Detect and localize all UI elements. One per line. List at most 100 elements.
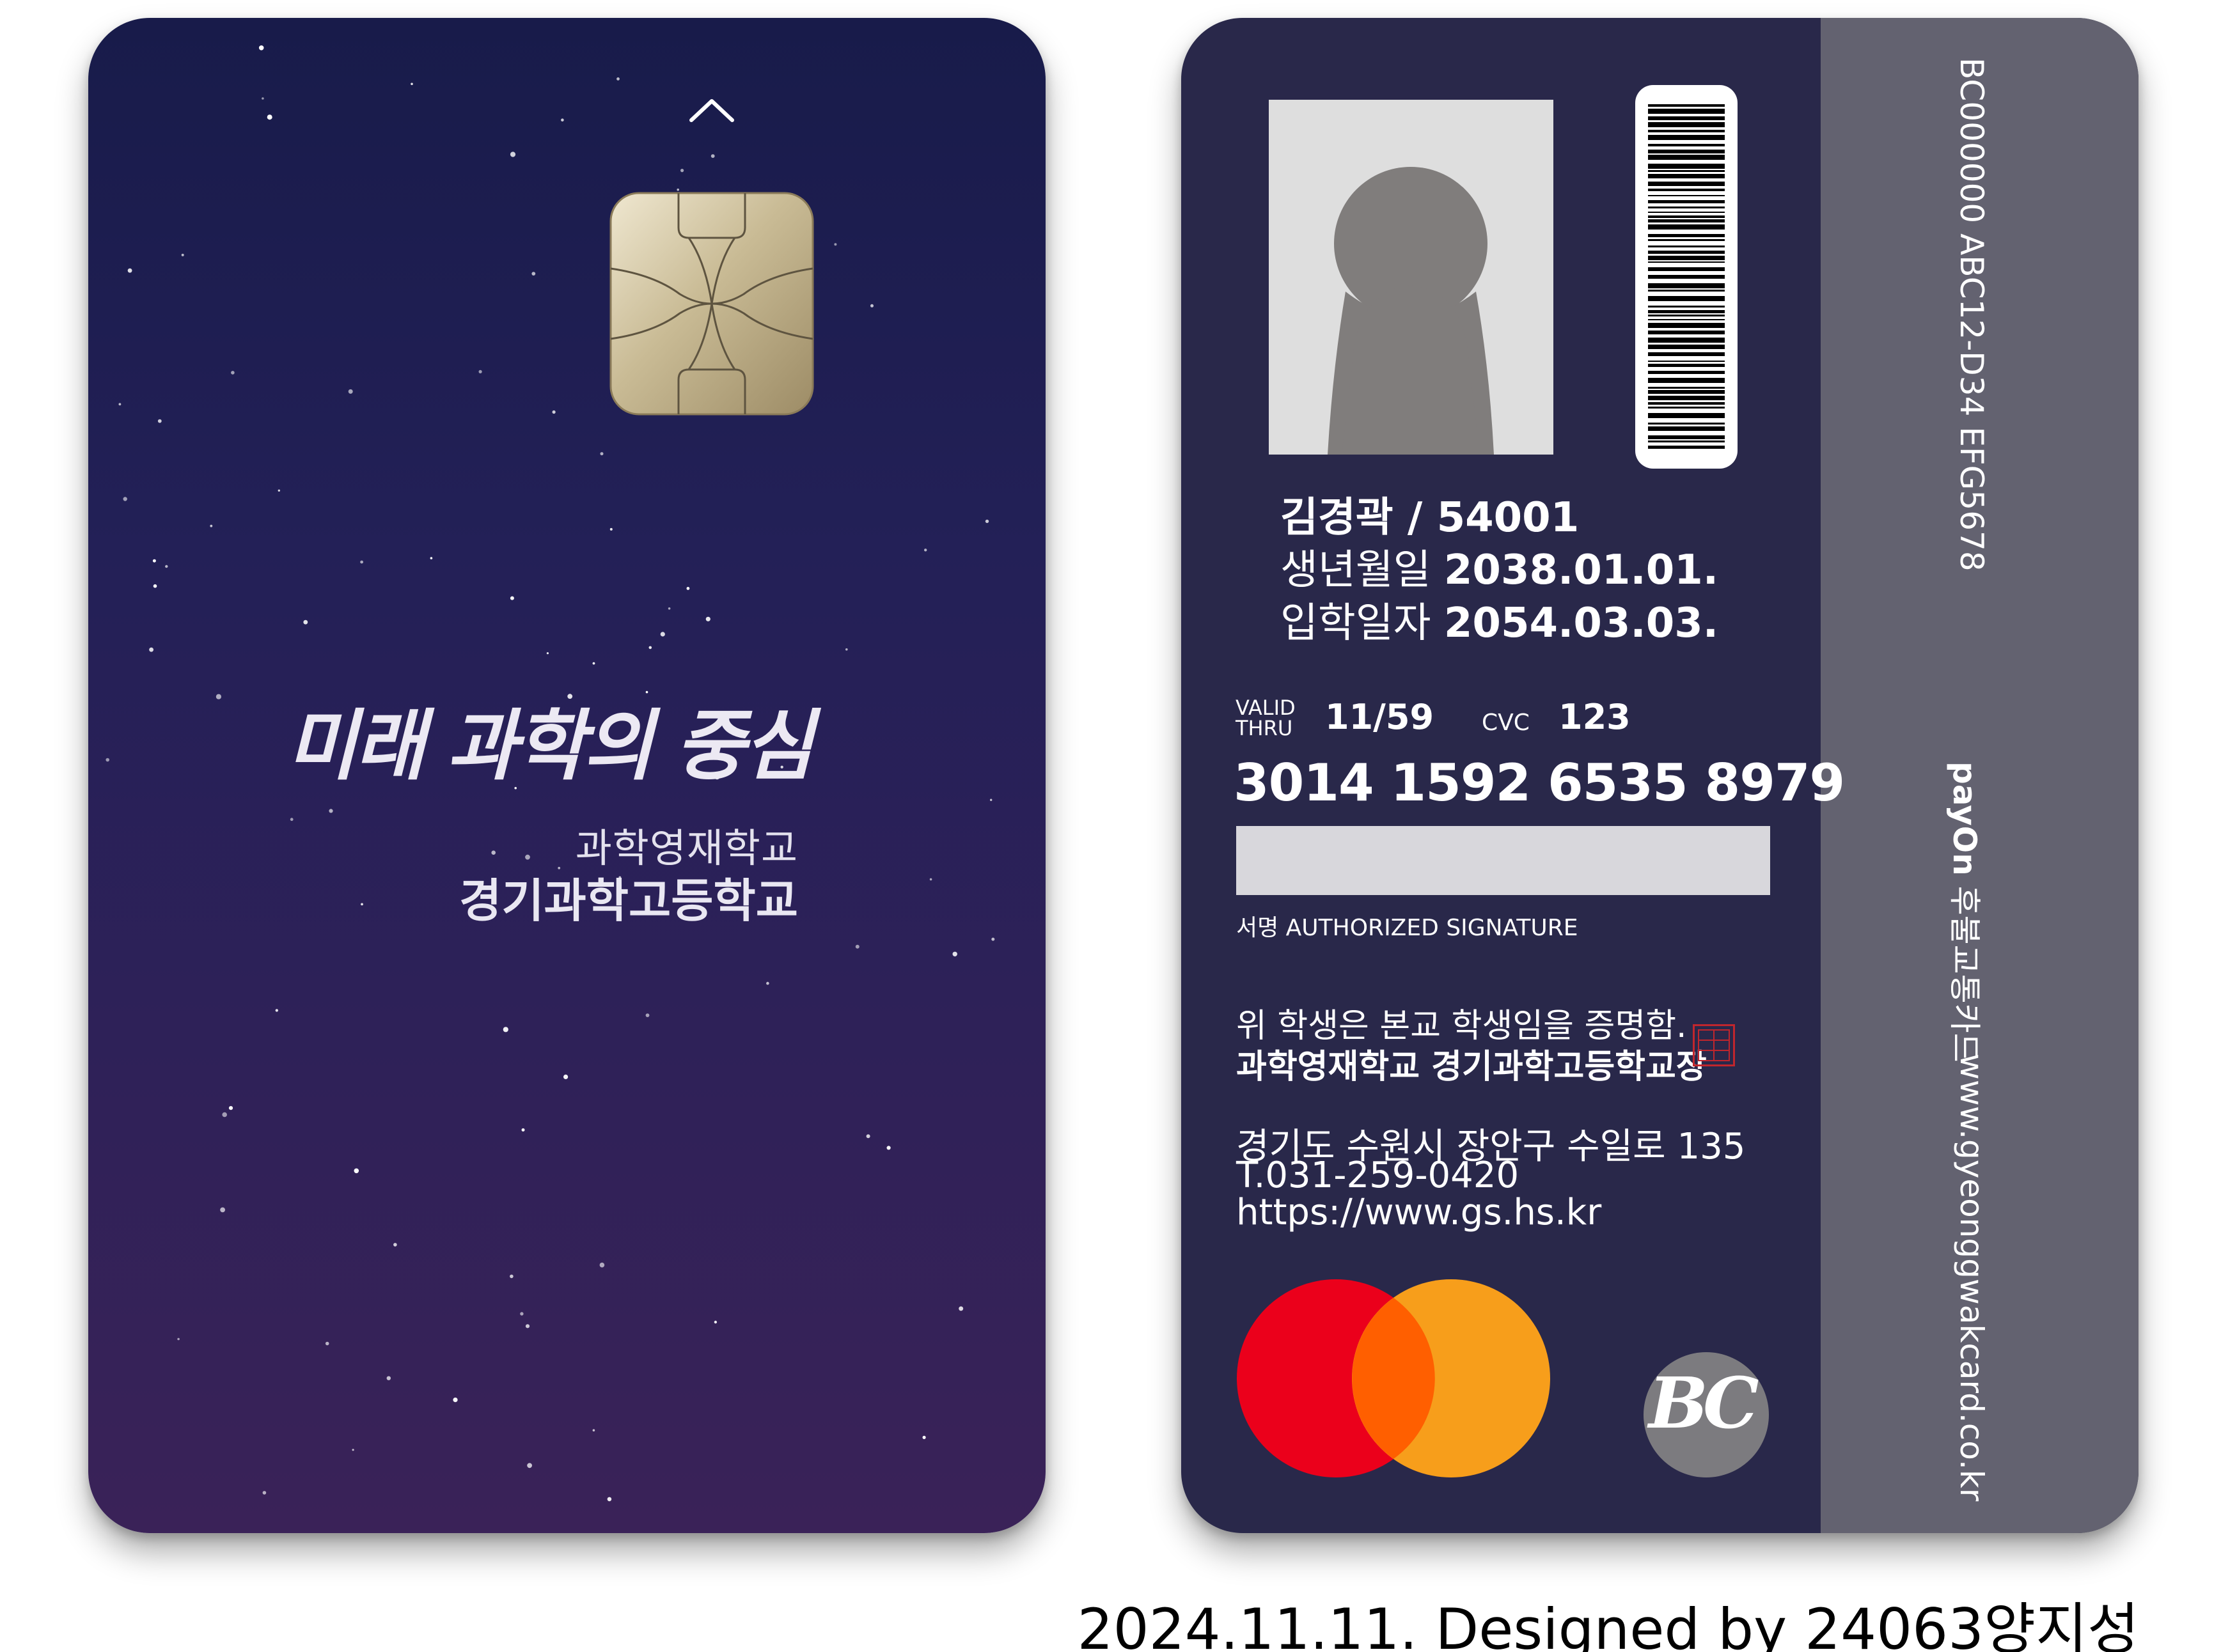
star [616,77,620,81]
star [834,243,837,246]
star [153,584,157,588]
school-website-link[interactable]: https://www.gs.hs.kr [1236,1192,1601,1233]
star [228,1106,233,1110]
admission-date-label: 입학일자 [1280,600,1431,647]
star [258,45,264,51]
star [645,1013,650,1017]
star [453,1398,458,1403]
barcode-bar [1648,440,1725,442]
barcode-bar [1648,426,1725,431]
barcode-bar [1648,407,1725,409]
star [592,1429,595,1431]
star [599,1262,605,1268]
star [607,1497,612,1502]
barcode-bar [1648,435,1725,439]
barcode-bar [1648,155,1725,160]
star [118,403,122,406]
star [660,632,665,637]
school-phone: T.031-259-0420 [1236,1155,1519,1196]
chevron-up-icon[interactable] [686,93,737,125]
star [521,1128,525,1132]
barcode-bar [1648,402,1725,405]
star [127,268,132,273]
star [510,152,516,157]
barcode-bar [1648,256,1725,260]
serial-number-vertical: BC000000 ABC12-D34 EFG5678 [1953,58,1990,572]
barcode-bar [1648,396,1725,400]
star [262,1491,267,1495]
admission-date-value: 2054.03.03. [1443,600,1719,647]
star [262,97,264,100]
star [985,519,989,524]
valid-label-line2: THRU [1236,716,1293,740]
star [959,1306,964,1311]
star [520,1312,524,1316]
star [525,1324,530,1329]
brand-bold: payOn [1946,761,1983,876]
barcode-bar [1648,104,1725,107]
star [527,1463,532,1469]
star [181,253,184,256]
star [552,410,556,414]
valid-thru-label: VALID THRU [1236,697,1296,738]
barcode-bar [1648,331,1725,334]
barcode-bar [1648,296,1725,301]
star [393,1243,397,1247]
barcode-bar [1648,413,1725,418]
star [503,1027,508,1032]
barcode-bar [1648,245,1725,247]
star [600,452,604,456]
birth-date-label: 생년월일 [1280,547,1431,594]
barcode-bar [1648,290,1725,292]
barcode-bar [1648,378,1725,383]
star [714,1320,718,1324]
barcode-bar [1648,390,1725,394]
barcode-bar [1648,215,1725,218]
card-website-vertical: www.gyeonggwakcard.co.kr [1953,1054,1990,1502]
signature-panel[interactable] [1236,826,1770,895]
star [705,616,710,621]
star [563,1074,569,1079]
star [686,587,690,590]
slogan-text: 미래 과학의 중심 [286,701,822,791]
signature-label: 서명 AUTHORIZED SIGNATURE [1236,915,1578,941]
star [430,557,433,559]
star [411,82,413,86]
star [275,1009,278,1012]
card-back: BC000000 ABC12-D34 EFG5678 payOn 후불교통카드 … [1181,18,2139,1533]
star [766,981,769,985]
barcode-bar [1648,251,1725,254]
brand-rest: 후불교통카드 [1946,875,1983,1063]
barcode-bar [1648,319,1725,320]
star [677,188,679,191]
barcode-bar [1648,234,1725,237]
barcode-bar [1648,283,1725,288]
star [922,1435,926,1439]
barcode-bar [1648,338,1725,343]
certificate-issuer: 과학영재학교 경기과학고등학교장 [1236,1048,1707,1086]
star [648,646,652,650]
barcode-bar [1648,275,1725,279]
star [325,1341,329,1346]
barcode-bar [1648,164,1725,169]
bc-logo-text: BC [1647,1362,1759,1444]
star [278,489,280,492]
barcode-bar [1648,224,1725,230]
star [106,758,109,762]
brand-vertical: payOn 후불교통카드 [1944,761,1990,1063]
barcode-bar [1648,182,1725,186]
bc-card-logo: BC [1644,1352,1769,1477]
barcode-bar [1648,423,1725,425]
seal-stamp [1693,1024,1735,1066]
star [510,1274,514,1279]
star [924,549,927,552]
admission-date-row: 입학일자 2054.03.03. [1280,590,1718,649]
card-front: 미래 과학의 중심 과학영재학교 경기과학고등학교 [88,18,1046,1533]
barcode-bar [1648,446,1725,449]
card-number: 3014 1592 6535 8979 [1234,753,1845,813]
barcode-bar [1648,219,1725,222]
valid-thru-value: 11/59 [1325,697,1434,737]
barcode-bar [1648,207,1725,208]
student-name-id-value: 김경곽 / 54001 [1280,494,1580,542]
barcode-bar [1648,189,1725,191]
